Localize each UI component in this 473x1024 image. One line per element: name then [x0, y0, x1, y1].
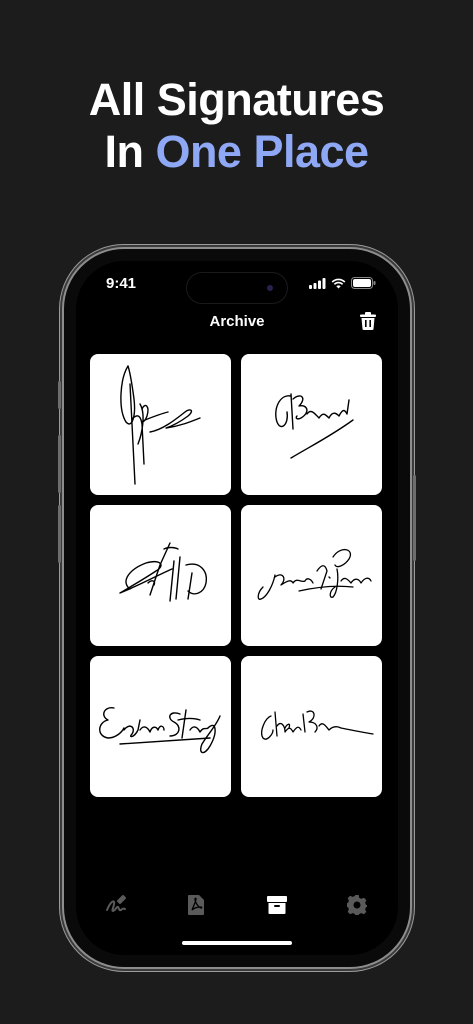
cellular-signal-icon — [309, 277, 326, 289]
volume-up-button — [58, 435, 61, 493]
signature-4-image — [257, 549, 372, 600]
volume-down-button — [58, 505, 61, 563]
mute-switch — [58, 381, 61, 409]
camera-dot — [267, 285, 273, 291]
signature-6-image — [261, 710, 374, 740]
signature-1-image — [120, 365, 201, 485]
headline-accent: One Place — [155, 126, 369, 177]
headline-line-2: In One Place — [0, 126, 473, 178]
nav-title: Archive — [209, 313, 265, 330]
headline: All Signatures In One Place — [0, 74, 473, 178]
tab-archive[interactable] — [265, 893, 289, 917]
tab-bar — [76, 893, 398, 923]
trash-icon[interactable] — [360, 312, 376, 330]
app-screen: 9:41 Archive — [76, 261, 398, 955]
signature-3-image — [119, 542, 207, 602]
battery-icon — [351, 277, 376, 289]
tab-settings[interactable] — [345, 893, 369, 917]
signature-card[interactable] — [241, 354, 382, 495]
power-button — [413, 475, 416, 561]
tab-signature[interactable] — [104, 893, 128, 917]
signature-2-image — [275, 393, 354, 459]
phone-frame: 9:41 Archive — [58, 249, 416, 967]
headline-line-1: All Signatures — [88, 74, 385, 125]
tab-pdf-document[interactable] — [184, 893, 208, 917]
headline-prefix: In — [104, 126, 156, 177]
signature-card[interactable] — [90, 656, 231, 797]
status-time: 9:41 — [106, 275, 137, 292]
signature-card[interactable] — [241, 656, 382, 797]
signature-card[interactable] — [90, 505, 231, 646]
status-icons — [309, 277, 376, 289]
signature-card[interactable] — [241, 505, 382, 646]
home-indicator — [182, 941, 292, 945]
signature-5-image — [99, 707, 221, 754]
dynamic-island — [186, 272, 288, 304]
signature-card[interactable] — [90, 354, 231, 495]
wifi-icon — [331, 278, 346, 288]
